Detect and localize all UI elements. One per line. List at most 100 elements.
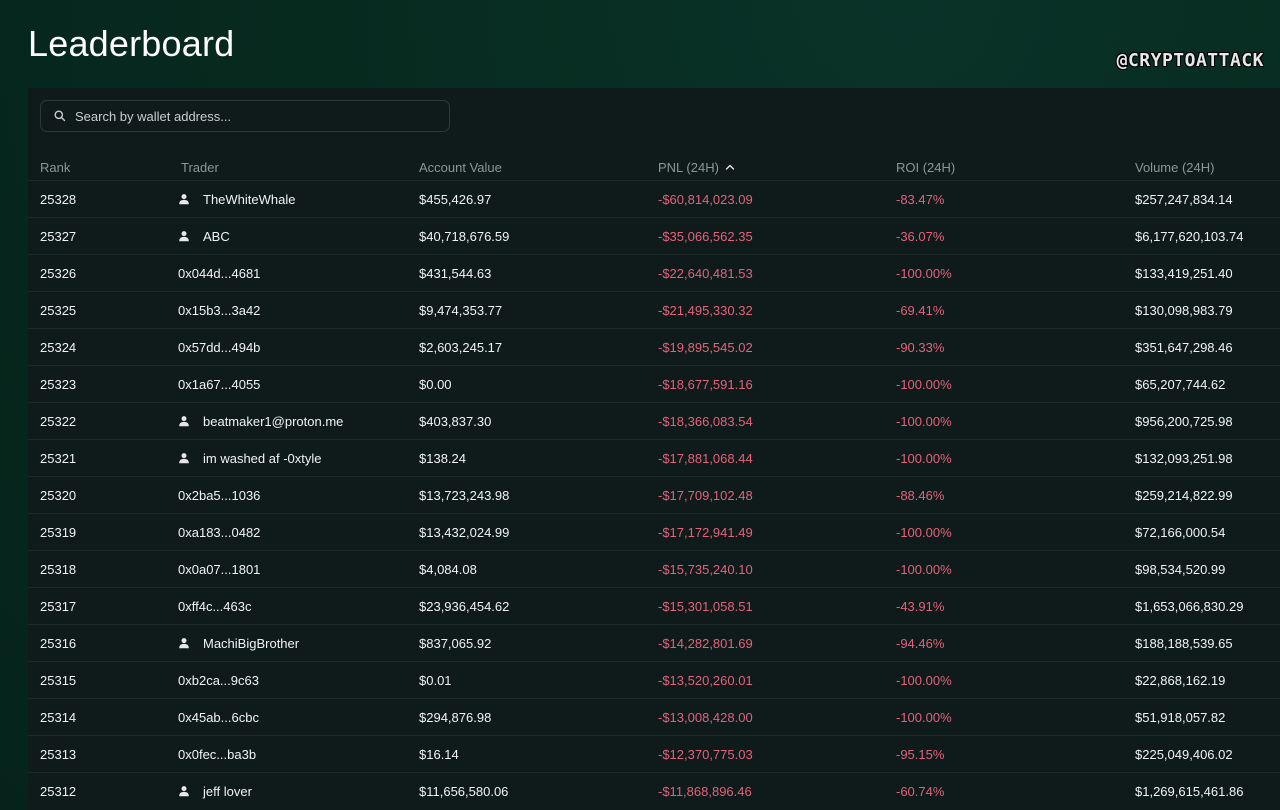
trader-name[interactable]: 0xff4c...463c (178, 599, 251, 614)
trader-name[interactable]: jeff lover (203, 784, 252, 799)
pnl-cell: -$18,677,591.16 (658, 376, 753, 392)
pnl-cell: -$13,008,428.00 (658, 709, 753, 725)
table-row[interactable]: 25314 0x45ab...6cbc $294,876.98 -$13,008,42… (28, 698, 1280, 735)
account-value-cell: $2,603,245.17 (419, 339, 503, 355)
volume-cell: $351,647,298.46 (1135, 339, 1233, 355)
trader-name[interactable]: im washed af -0xtyle (203, 451, 322, 466)
trader-name[interactable]: 0xa183...0482 (178, 525, 260, 540)
trader-cell[interactable]: 0xb2ca...9c63 (178, 662, 259, 698)
trader-cell[interactable]: 0x2ba5...1036 (178, 477, 260, 513)
trader-cell[interactable]: 0x15b3...3a42 (178, 292, 260, 328)
trader-name[interactable]: 0x57dd...494b (178, 340, 260, 355)
trader-name[interactable]: ABC (203, 229, 230, 244)
table-row[interactable]: 25316 MachiBigBrother $837,065.92 -$14,282,… (28, 624, 1280, 661)
roi-cell: -100.00% (896, 376, 952, 392)
page-title: Leaderboard (28, 23, 235, 64)
table-row[interactable]: 25313 0x0fec...ba3b $16.14 -$12,370,775.03 -… (28, 735, 1280, 772)
table-row[interactable]: 25317 0xff4c...463c $23,936,454.62 -$15,301… (28, 587, 1280, 624)
trader-cell[interactable]: 0x044d...4681 (178, 255, 260, 291)
roi-cell: -100.00% (896, 265, 952, 281)
trader-cell[interactable]: 0xa183...0482 (178, 514, 260, 550)
pnl-cell: -$17,709,102.48 (658, 487, 753, 503)
table-row[interactable]: 25323 0x1a67...4055 $0.00 -$18,677,591.16 -1… (28, 365, 1280, 402)
trader-cell[interactable]: TheWhiteWhale (178, 181, 295, 217)
trader-cell[interactable]: 0x0a07...1801 (178, 551, 260, 587)
table-row[interactable]: 25325 0x15b3...3a42 $9,474,353.77 -$21,495,… (28, 291, 1280, 328)
table-row[interactable]: 25318 0x0a07...1801 $4,084.08 -$15,735,240.… (28, 550, 1280, 587)
rank-cell: 25312 (40, 783, 77, 799)
pnl-cell: -$15,301,058.51 (658, 598, 753, 614)
trader-name[interactable]: 0x45ab...6cbc (178, 710, 259, 725)
roi-cell: -88.46% (896, 487, 945, 503)
trader-cell[interactable]: im washed af -0xtyle (178, 440, 322, 476)
pnl-cell: -$19,895,545.02 (658, 339, 753, 355)
trader-name[interactable]: 0x044d...4681 (178, 266, 260, 281)
table-row[interactable]: 25315 0xb2ca...9c63 $0.01 -$13,520,260.01 -1… (28, 661, 1280, 698)
pnl-cell: -$12,370,775.03 (658, 746, 753, 762)
table-row[interactable]: 25319 0xa183...0482 $13,432,024.99 -$17,172… (28, 513, 1280, 550)
volume-cell: $188,188,539.65 (1135, 635, 1233, 651)
trader-name[interactable]: 0x0a07...1801 (178, 562, 260, 577)
column-header-pnl[interactable]: PNL (24H) (658, 154, 735, 180)
account-value-cell: $4,084.08 (419, 561, 477, 577)
trader-cell[interactable]: 0x1a67...4055 (178, 366, 260, 402)
account-value-cell: $837,065.92 (419, 635, 492, 651)
trader-name[interactable]: 0x0fec...ba3b (178, 747, 256, 762)
trader-cell[interactable]: 0x57dd...494b (178, 329, 260, 365)
trader-name[interactable]: 0x2ba5...1036 (178, 488, 260, 503)
trader-name[interactable]: TheWhiteWhale (203, 192, 295, 207)
trader-name[interactable]: MachiBigBrother (203, 636, 299, 651)
user-icon (178, 785, 190, 797)
rank-cell: 25324 (40, 339, 77, 355)
roi-cell: -36.07% (896, 228, 945, 244)
table-row[interactable]: 25328 TheWhiteWhale $455,426.97 -$60,814,02… (28, 180, 1280, 217)
pnl-cell: -$15,735,240.10 (658, 561, 753, 577)
pnl-cell: -$17,172,941.49 (658, 524, 753, 540)
table-row[interactable]: 25324 0x57dd...494b $2,603,245.17 -$19,895,… (28, 328, 1280, 365)
trader-cell[interactable]: 0x0fec...ba3b (178, 736, 256, 772)
search-input[interactable] (75, 108, 435, 124)
search-box[interactable] (40, 100, 450, 132)
trader-cell[interactable]: 0xff4c...463c (178, 588, 251, 624)
rank-cell: 25326 (40, 265, 77, 281)
trader-cell[interactable]: beatmaker1@proton.me (178, 403, 343, 439)
table-row[interactable]: 25327 ABC $40,718,676.59 -$35,066,562.35 -36… (28, 217, 1280, 254)
roi-cell: -94.46% (896, 635, 945, 651)
trader-name[interactable]: 0x15b3...3a42 (178, 303, 260, 318)
column-header-volume[interactable]: Volume (24H) (1135, 154, 1214, 180)
volume-cell: $51,918,057.82 (1135, 709, 1226, 725)
roi-cell: -100.00% (896, 709, 952, 725)
user-icon (178, 415, 190, 427)
trader-cell[interactable]: ABC (178, 218, 230, 254)
volume-cell: $956,200,725.98 (1135, 413, 1233, 429)
account-value-cell: $23,936,454.62 (419, 598, 510, 614)
volume-cell: $22,868,162.19 (1135, 672, 1226, 688)
volume-cell: $259,214,822.99 (1135, 487, 1233, 503)
trader-cell[interactable]: 0x45ab...6cbc (178, 699, 259, 735)
rank-cell: 25320 (40, 487, 77, 503)
trader-name[interactable]: 0xb2ca...9c63 (178, 673, 259, 688)
table-row[interactable]: 25320 0x2ba5...1036 $13,723,243.98 -$17,709… (28, 476, 1280, 513)
account-value-cell: $40,718,676.59 (419, 228, 510, 244)
trader-name[interactable]: 0x1a67...4055 (178, 377, 260, 392)
table-row[interactable]: 25322 beatmaker1@proton.me $403,837.30 -$18… (28, 402, 1280, 439)
volume-cell: $1,269,615,461.86 (1135, 783, 1244, 799)
table-row[interactable]: 25321 im washed af -0xtyle $138.24 -$17,881… (28, 439, 1280, 476)
rank-cell: 25315 (40, 672, 77, 688)
table-row[interactable]: 25312 jeff lover $11,656,580.06 -$11,868,89… (28, 772, 1280, 809)
column-header-account-value[interactable]: Account Value (419, 154, 502, 180)
account-value-cell: $13,723,243.98 (419, 487, 510, 503)
column-header-rank[interactable]: Rank (40, 154, 70, 180)
trader-cell[interactable]: MachiBigBrother (178, 625, 299, 661)
column-header-roi[interactable]: ROI (24H) (896, 154, 955, 180)
account-value-cell: $138.24 (419, 450, 466, 466)
table-row[interactable]: 25326 0x044d...4681 $431,544.63 -$22,640,48… (28, 254, 1280, 291)
trader-cell[interactable]: jeff lover (178, 773, 252, 809)
account-value-cell: $0.00 (419, 376, 452, 392)
trader-name[interactable]: beatmaker1@proton.me (203, 414, 343, 429)
column-header-pnl-label: PNL (24H) (658, 159, 719, 175)
column-header-trader[interactable]: Trader (181, 154, 219, 180)
volume-cell: $133,419,251.40 (1135, 265, 1233, 281)
user-icon (178, 193, 190, 205)
rank-cell: 25313 (40, 746, 77, 762)
